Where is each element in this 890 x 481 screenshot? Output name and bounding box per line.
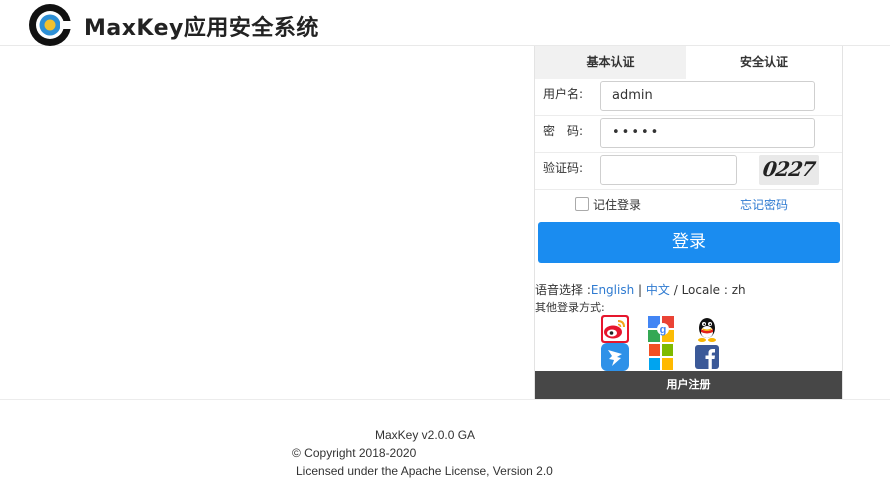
qq-icon[interactable] xyxy=(693,315,721,343)
brand-title: MaxKey应用安全系统 xyxy=(84,16,319,41)
footer-license: Licensed under the Apache License, Versi… xyxy=(296,464,553,478)
captcha-row: 验证码: 0227 xyxy=(535,153,842,190)
register-button[interactable]: 用户注册 xyxy=(535,371,842,399)
captcha-input[interactable] xyxy=(600,155,737,185)
google-icon[interactable]: g xyxy=(647,315,675,343)
captcha-text: 0227 xyxy=(761,157,817,181)
password-row: 密 码: ••••• xyxy=(535,116,842,153)
microsoft-icon[interactable] xyxy=(647,343,675,371)
weibo-icon[interactable] xyxy=(601,315,629,343)
maxkey-logo-icon xyxy=(29,4,72,46)
captcha-image[interactable]: 0227 xyxy=(759,155,819,185)
login-panel: 基本认证 安全认证 用户名: admin 密 码: ••••• 验证码: 022… xyxy=(534,46,843,399)
forgot-password-link[interactable]: 忘记密码 xyxy=(740,196,788,213)
footer-copyright: © Copyright 2018-2020 xyxy=(292,446,417,460)
locale-status: / Locale : zh xyxy=(669,283,746,297)
svg-text:g: g xyxy=(660,324,667,336)
language-prefix: 语音选择 : xyxy=(535,283,591,297)
password-input[interactable]: ••••• xyxy=(600,118,815,148)
username-input[interactable]: admin xyxy=(600,81,815,111)
other-login-label: 其他登录方式: xyxy=(535,301,605,314)
tab-secure-auth[interactable]: 安全认证 xyxy=(686,46,842,79)
language-english-link[interactable]: English xyxy=(591,283,634,297)
username-label: 用户名: xyxy=(543,87,584,101)
footer-version: MaxKey v2.0.0 GA xyxy=(375,428,476,442)
facebook-icon[interactable] xyxy=(693,343,721,371)
language-separator: | xyxy=(634,283,646,297)
language-chinese-link[interactable]: 中文 xyxy=(646,283,670,297)
header: MaxKey应用安全系统 xyxy=(0,0,890,46)
username-row: 用户名: admin xyxy=(535,79,842,116)
captcha-label: 验证码: xyxy=(543,161,584,175)
remember-row: 记住登录 忘记密码 xyxy=(535,192,842,220)
remember-checkbox[interactable] xyxy=(575,197,589,211)
login-button[interactable]: 登录 xyxy=(538,222,840,263)
tab-basic-auth[interactable]: 基本认证 xyxy=(535,46,686,79)
language-selector: 语音选择 :English | 中文 / Locale : zh xyxy=(535,281,746,298)
footer-divider xyxy=(0,399,890,400)
password-label: 密 码: xyxy=(543,124,584,138)
auth-tabs: 基本认证 安全认证 xyxy=(535,46,842,79)
dingtalk-icon[interactable] xyxy=(601,343,629,371)
remember-label: 记住登录 xyxy=(593,198,642,212)
